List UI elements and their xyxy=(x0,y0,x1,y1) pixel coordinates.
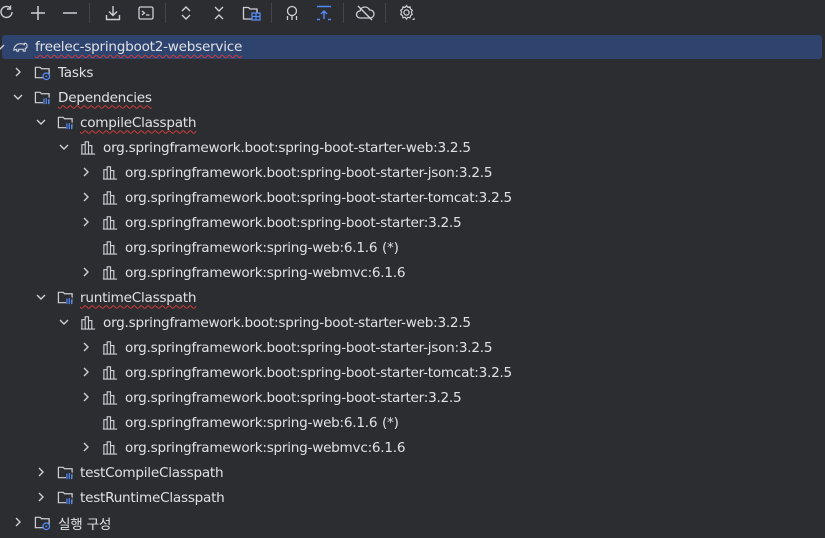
tree-item-test-compile-classpath[interactable]: testCompileClasspath xyxy=(0,460,825,485)
tree-item-test-runtime-classpath[interactable]: testRuntimeClasspath xyxy=(0,485,825,510)
tree-item-label: runtimeClasspath xyxy=(80,289,197,306)
chevron-right-icon[interactable] xyxy=(80,441,92,453)
tree-item-label: org.springframework.boot:spring-boot-sta… xyxy=(125,214,462,231)
tree-item-dependency[interactable]: org.springframework.boot:spring-boot-sta… xyxy=(0,185,825,210)
toggle-offline-icon[interactable] xyxy=(313,2,335,24)
tree-item-tasks[interactable]: Tasks xyxy=(0,60,825,85)
library-icon xyxy=(102,341,118,355)
chevron-down-icon[interactable] xyxy=(58,141,70,153)
tree-item-label: org.springframework:spring-webmvc:6.1.6 xyxy=(125,264,406,281)
remove-icon[interactable] xyxy=(59,2,81,24)
expand-all-icon[interactable] xyxy=(175,2,197,24)
tree-item-dependency[interactable]: org.springframework.boot:spring-boot-sta… xyxy=(0,310,825,335)
library-icon xyxy=(102,166,118,180)
offline-mode-icon[interactable] xyxy=(354,2,376,24)
chevron-right-icon[interactable] xyxy=(80,366,92,378)
tree-item-dependency[interactable]: org.springframework.boot:spring-boot-sta… xyxy=(0,360,825,385)
analyze-dependencies-icon[interactable] xyxy=(281,2,303,24)
tree-item-project-root[interactable]: freelec-springboot2-webservice xyxy=(0,35,822,59)
library-icon xyxy=(102,391,118,405)
tree-item-label: testCompileClasspath xyxy=(80,464,224,481)
library-icon xyxy=(102,191,118,205)
chevron-right-icon[interactable] xyxy=(80,341,92,353)
library-icon xyxy=(102,366,118,380)
tree-item-label: compileClasspath xyxy=(80,114,197,131)
library-icon xyxy=(80,316,96,330)
chevron-right-icon[interactable] xyxy=(80,216,92,228)
omitted-duplicate-marker: (*) xyxy=(382,414,399,431)
folder-library-icon xyxy=(34,91,50,105)
tree-item-dependency[interactable]: org.springframework.boot:spring-boot-sta… xyxy=(0,160,825,185)
folder-gear-icon xyxy=(34,516,51,531)
folder-library-icon xyxy=(57,491,73,505)
chevron-down-icon[interactable] xyxy=(58,316,70,328)
library-icon xyxy=(102,441,118,455)
add-icon[interactable] xyxy=(27,2,49,24)
tree-item-label: org.springframework.boot:spring-boot-sta… xyxy=(125,189,512,206)
tree-item-dependency[interactable]: org.springframework.boot:spring-boot-sta… xyxy=(0,385,825,410)
tree-item-compile-classpath[interactable]: compileClasspath xyxy=(0,110,825,135)
tree-item-label: org.springframework.boot:spring-boot-sta… xyxy=(125,364,512,381)
download-sources-icon[interactable] xyxy=(102,2,124,24)
chevron-right-icon[interactable] xyxy=(80,166,92,178)
tree-item-label: org.springframework.boot:spring-boot-sta… xyxy=(103,139,471,156)
gradle-elephant-icon xyxy=(13,42,28,52)
tree-item-dependency[interactable]: org.springframework:spring-webmvc:6.1.6 xyxy=(0,435,825,460)
toolbar-separator xyxy=(271,3,272,23)
tree-item-label: Tasks xyxy=(58,64,94,81)
chevron-down-icon[interactable] xyxy=(35,116,47,128)
gradle-toolbar xyxy=(0,0,825,26)
folder-library-icon xyxy=(57,466,73,480)
tree-item-label: Dependencies xyxy=(58,89,152,106)
tree-item-dependency[interactable]: org.springframework:spring-web:6.1.6 (*) xyxy=(0,235,825,260)
tree-item-label: org.springframework.boot:spring-boot-sta… xyxy=(125,164,493,181)
tree-item-run-configurations[interactable]: 실행 구성 xyxy=(0,510,825,535)
tree-item-dependency[interactable]: org.springframework.boot:spring-boot-sta… xyxy=(0,335,825,360)
refresh-icon[interactable] xyxy=(0,2,18,24)
run-task-icon[interactable] xyxy=(135,2,157,24)
library-icon xyxy=(80,141,96,155)
toolbar-separator xyxy=(343,3,344,23)
library-icon xyxy=(102,216,118,230)
folder-gear-icon xyxy=(34,66,51,81)
tree-item-label: 실행 구성 xyxy=(58,516,112,533)
tree-item-dependency[interactable]: org.springframework:spring-webmvc:6.1.6 xyxy=(0,260,825,285)
collapse-all-icon[interactable] xyxy=(208,2,230,24)
tree-item-label: org.springframework:spring-web:6.1.6 xyxy=(125,239,378,256)
library-icon xyxy=(102,416,118,430)
tree-item-dependencies[interactable]: Dependencies xyxy=(0,85,825,110)
chevron-down-icon[interactable] xyxy=(35,291,47,303)
tree-item-label: org.springframework.boot:spring-boot-sta… xyxy=(125,339,493,356)
settings-icon[interactable] xyxy=(396,2,418,24)
tree-item-label: testRuntimeClasspath xyxy=(80,489,225,506)
chevron-right-icon[interactable] xyxy=(35,491,47,503)
folder-library-icon xyxy=(57,116,73,130)
library-icon xyxy=(102,241,118,255)
omitted-duplicate-marker: (*) xyxy=(382,239,399,256)
chevron-right-icon[interactable] xyxy=(35,466,47,478)
chevron-right-icon[interactable] xyxy=(80,391,92,403)
chevron-down-icon[interactable] xyxy=(0,41,6,53)
project-structure-icon[interactable] xyxy=(241,2,263,24)
chevron-right-icon[interactable] xyxy=(80,266,92,278)
tree-item-label: org.springframework:spring-webmvc:6.1.6 xyxy=(125,439,406,456)
chevron-right-icon[interactable] xyxy=(12,516,24,528)
tree-item-label: freelec-springboot2-webservice xyxy=(35,39,243,55)
tree-item-runtime-classpath[interactable]: runtimeClasspath xyxy=(0,285,825,310)
tree-item-dependency[interactable]: org.springframework.boot:spring-boot-sta… xyxy=(0,135,825,160)
chevron-right-icon[interactable] xyxy=(12,66,24,78)
library-icon xyxy=(102,266,118,280)
tree-item-label: org.springframework.boot:spring-boot-sta… xyxy=(103,314,471,331)
toolbar-separator xyxy=(165,3,166,23)
folder-library-icon xyxy=(57,291,73,305)
toolbar-separator xyxy=(89,3,90,23)
chevron-right-icon[interactable] xyxy=(80,191,92,203)
tree-item-dependency[interactable]: org.springframework.boot:spring-boot-sta… xyxy=(0,210,825,235)
tree-item-label: org.springframework:spring-web:6.1.6 xyxy=(125,414,378,431)
tree-item-label: org.springframework.boot:spring-boot-sta… xyxy=(125,389,462,406)
tree-item-dependency[interactable]: org.springframework:spring-web:6.1.6 (*) xyxy=(0,410,825,435)
toolbar-separator xyxy=(385,3,386,23)
chevron-down-icon[interactable] xyxy=(12,91,24,103)
